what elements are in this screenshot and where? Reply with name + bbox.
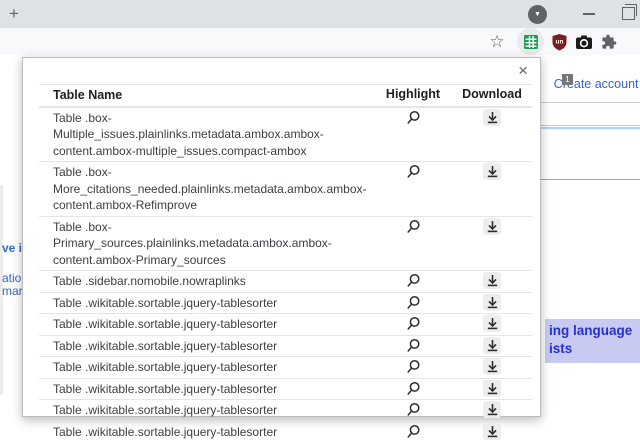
table-row: Table .wikitable.sortable.jquery-tableso… xyxy=(39,335,532,357)
table-row: Table .box-Multiple_issues.plainlinks.me… xyxy=(39,107,532,162)
highlight-magnifier-icon[interactable] xyxy=(404,401,422,418)
table-row: Table .wikitable.sortable.jquery-tableso… xyxy=(39,313,532,335)
download-icon[interactable] xyxy=(483,380,501,397)
minimize-button[interactable] xyxy=(583,13,595,15)
browser-tab-strip: + ▼ xyxy=(0,0,640,28)
download-icon[interactable] xyxy=(483,358,501,375)
table-row: Table .wikitable.sortable.jquery-tableso… xyxy=(39,421,532,442)
highlight-magnifier-icon[interactable] xyxy=(404,315,422,332)
table-row-name: Table .box-Multiple_issues.plainlinks.me… xyxy=(39,108,374,162)
download-icon[interactable] xyxy=(483,294,501,311)
extensions-puzzle-icon[interactable] xyxy=(599,28,619,55)
table-row-name: Table .wikitable.sortable.jquery-tableso… xyxy=(39,336,374,357)
close-icon[interactable]: × xyxy=(518,62,528,80)
highlight-magnifier-icon[interactable] xyxy=(404,294,422,311)
table-row-name: Table .sidebar.nomobile.nowraplinks xyxy=(39,271,374,292)
table-row: Table .wikitable.sortable.jquery-tableso… xyxy=(39,378,532,400)
personal-links: s Create account L xyxy=(534,77,640,91)
shield-extension-icon[interactable]: un xyxy=(549,28,569,55)
table-row: Table .wikitable.sortable.jquery-tableso… xyxy=(39,399,532,421)
table-row: Table .box-Primary_sources.plainlinks.me… xyxy=(39,216,532,271)
tab-bar-blue-underline xyxy=(528,127,640,129)
table-row-name: Table .wikitable.sortable.jquery-tableso… xyxy=(39,422,374,442)
table-row-name: Table .wikitable.sortable.jquery-tableso… xyxy=(39,314,374,335)
left-link-fragment-3[interactable]: mar xyxy=(2,284,23,298)
table-row: Table .wikitable.sortable.jquery-tableso… xyxy=(39,356,532,378)
table-row-name: Table .box-Primary_sources.plainlinks.me… xyxy=(39,217,374,271)
highlight-magnifier-icon[interactable] xyxy=(404,337,422,354)
left-link-fragment-2[interactable]: atio xyxy=(2,271,21,285)
tab-bar-border xyxy=(528,125,640,126)
download-icon[interactable] xyxy=(483,163,501,180)
highlighted-heading-line2: ists xyxy=(549,340,640,358)
column-header-highlight: Highlight xyxy=(374,85,452,103)
table-row-name: Table .wikitable.sortable.jquery-tableso… xyxy=(39,293,374,314)
tables-list: Table Name Highlight Download Table .box… xyxy=(39,84,532,442)
download-icon[interactable] xyxy=(483,337,501,354)
highlight-magnifier-icon[interactable] xyxy=(404,358,422,375)
table-extension-icon[interactable] xyxy=(517,28,545,55)
download-icon[interactable] xyxy=(483,272,501,289)
highlight-magnifier-icon[interactable] xyxy=(404,423,422,440)
table-header-row: Table Name Highlight Download xyxy=(39,84,532,107)
download-icon[interactable] xyxy=(483,423,501,440)
tab-search-icon[interactable]: ▼ xyxy=(528,5,547,24)
bookmark-star-icon[interactable]: ☆ xyxy=(486,28,508,55)
extension-badge-count: 1 xyxy=(562,74,573,85)
highlight-magnifier-icon[interactable] xyxy=(404,218,422,235)
camera-extension-icon[interactable] xyxy=(574,28,594,55)
download-icon[interactable] xyxy=(483,401,501,418)
column-header-download: Download xyxy=(452,85,532,103)
highlighted-heading: ing language ists xyxy=(545,319,640,363)
download-icon[interactable] xyxy=(483,315,501,332)
table-row-name: Table .box-More_citations_needed.plainli… xyxy=(39,162,374,216)
highlight-magnifier-icon[interactable] xyxy=(404,272,422,289)
download-icon[interactable] xyxy=(483,109,501,126)
content-divider-line xyxy=(528,179,640,180)
table-row: Table .wikitable.sortable.jquery-tableso… xyxy=(39,292,532,314)
download-icon[interactable] xyxy=(483,218,501,235)
new-tab-button[interactable]: + xyxy=(3,3,25,25)
table-row: Table .box-More_citations_needed.plainli… xyxy=(39,161,532,216)
highlight-magnifier-icon[interactable] xyxy=(404,163,422,180)
highlight-magnifier-icon[interactable] xyxy=(404,380,422,397)
highlighted-heading-line1: ing language xyxy=(549,322,640,340)
table-row: Table .sidebar.nomobile.nowraplinks xyxy=(39,270,532,292)
column-header-table-name: Table Name xyxy=(39,85,374,106)
svg-text:un: un xyxy=(555,38,563,45)
highlight-magnifier-icon[interactable] xyxy=(404,109,422,126)
restore-window-button[interactable] xyxy=(622,7,635,20)
browser-toolbar: ☆ un 1 xyxy=(0,28,640,56)
table-row-name: Table .wikitable.sortable.jquery-tableso… xyxy=(39,400,374,421)
page-divider-line xyxy=(528,102,640,103)
table-row-name: Table .wikitable.sortable.jquery-tableso… xyxy=(39,357,374,378)
table-row-name: Table .wikitable.sortable.jquery-tableso… xyxy=(39,379,374,400)
extension-popup: × Table Name Highlight Download Table .b… xyxy=(22,57,541,417)
